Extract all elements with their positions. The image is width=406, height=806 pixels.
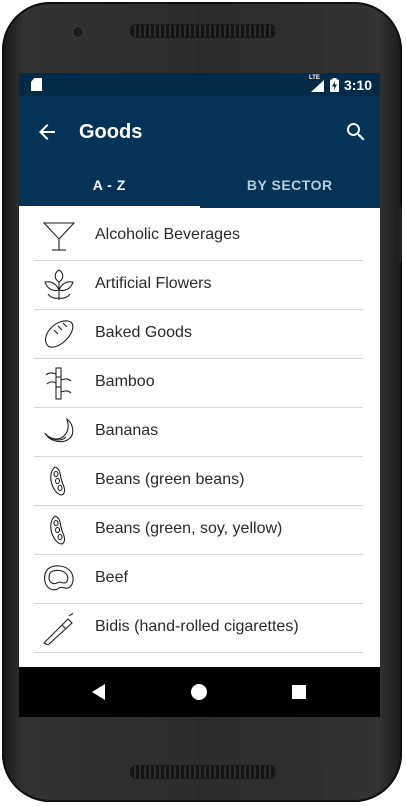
sd-card-icon bbox=[31, 78, 42, 91]
list-item-label: Beef bbox=[95, 569, 128, 586]
list-item[interactable]: Alcoholic Beverages bbox=[34, 211, 363, 261]
list-item-label: Beans (green beans) bbox=[95, 471, 245, 488]
list-item[interactable]: Baked Goods bbox=[34, 309, 363, 359]
tab-bar: A - Z BY SECTOR bbox=[19, 162, 380, 208]
flower-leaves-icon bbox=[44, 269, 74, 300]
tab-a-z[interactable]: A - Z bbox=[19, 162, 200, 208]
list-item-label: Alcoholic Beverages bbox=[95, 226, 240, 243]
list-item-label: Bananas bbox=[95, 422, 159, 439]
signal-icon: LTE bbox=[309, 75, 325, 92]
app-toolbar: Goods A - Z BY SECTOR bbox=[19, 96, 380, 208]
tab-by-sector[interactable]: BY SECTOR bbox=[200, 162, 381, 208]
banana-icon bbox=[44, 417, 74, 443]
status-bar: LTE 3:10 bbox=[19, 73, 380, 96]
battery-charging-icon bbox=[329, 78, 339, 92]
list-item[interactable]: Bidis (hand-rolled cigarettes) bbox=[34, 603, 363, 653]
top-speaker-grille bbox=[130, 24, 276, 38]
nav-recents-icon[interactable] bbox=[287, 680, 311, 704]
page-title: Goods bbox=[79, 121, 143, 143]
status-indicators: LTE 3:10 bbox=[309, 75, 372, 94]
cigarette-icon bbox=[43, 612, 73, 645]
list-item[interactable]: Beans (green beans) bbox=[34, 456, 363, 506]
bread-icon bbox=[45, 320, 74, 348]
status-time: 3:10 bbox=[343, 77, 372, 93]
cocktail-glass-icon bbox=[42, 222, 76, 251]
phone-frame: LTE 3:10 Goods A - Z BY SECTOR Alcoholic… bbox=[0, 0, 406, 806]
list-item[interactable]: Artificial Flowers bbox=[34, 260, 363, 310]
system-navigation-bar bbox=[19, 667, 380, 717]
nav-home-icon[interactable] bbox=[187, 680, 211, 704]
list-item-label: Bidis (hand-rolled cigarettes) bbox=[95, 618, 299, 635]
goods-list: Alcoholic Beverages Artificial Flowers B… bbox=[19, 211, 380, 667]
list-item[interactable]: Bananas bbox=[34, 407, 363, 457]
bean-pod-icon bbox=[50, 466, 66, 496]
bean-pod-icon bbox=[50, 515, 66, 545]
list-item[interactable]: Bamboo bbox=[34, 358, 363, 408]
app-screen: LTE 3:10 Goods A - Z BY SECTOR Alcoholic… bbox=[19, 73, 380, 717]
front-camera bbox=[72, 26, 84, 38]
list-item-label: Baked Goods bbox=[95, 324, 192, 341]
list-item[interactable]: Beans (green, soy, yellow) bbox=[34, 505, 363, 555]
side-button[interactable] bbox=[398, 207, 402, 262]
list-item-label: Beans (green, soy, yellow) bbox=[95, 520, 283, 537]
list-item[interactable]: Beef bbox=[34, 554, 363, 604]
steak-icon bbox=[44, 565, 74, 591]
bamboo-icon bbox=[45, 367, 72, 400]
list-item-label: Bamboo bbox=[95, 373, 155, 390]
arrow-back-icon[interactable] bbox=[35, 120, 59, 144]
list-item-label: Artificial Flowers bbox=[95, 275, 212, 292]
bottom-speaker-grille bbox=[130, 765, 276, 779]
search-icon[interactable] bbox=[344, 120, 368, 144]
nav-back-icon[interactable] bbox=[87, 680, 111, 704]
